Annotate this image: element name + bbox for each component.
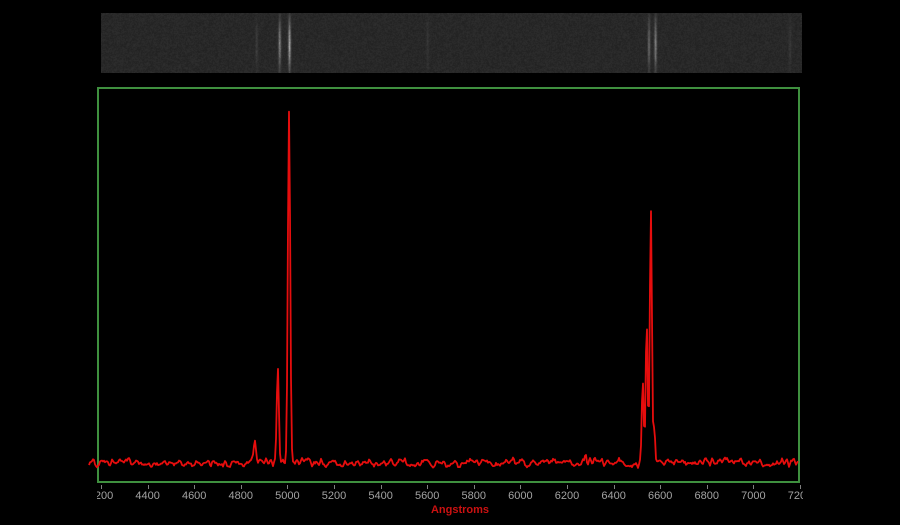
x-tick-mark xyxy=(520,485,521,489)
x-axis: 4200 4400 4600 4800 5000 5200 5400 5600 5800 6000… xyxy=(97,485,803,505)
x-tick-label: 7200 xyxy=(788,490,803,502)
x-tick-label: 7000 xyxy=(741,490,765,502)
x-tick-mark xyxy=(474,485,475,489)
x-tick-mark xyxy=(614,485,615,489)
spectrum-plot-frame xyxy=(97,87,800,483)
x-tick-label: 5800 xyxy=(462,490,486,502)
x-tick-label: 5600 xyxy=(415,490,439,502)
x-tick-label: 6800 xyxy=(695,490,719,502)
x-tick-mark xyxy=(194,485,195,489)
x-tick-label: 6600 xyxy=(648,490,672,502)
x-tick-label: 5200 xyxy=(322,490,346,502)
x-tick-label: 4200 xyxy=(97,490,113,502)
x-tick-mark xyxy=(753,485,754,489)
x-axis-title: Angstroms xyxy=(431,504,489,516)
x-tick-label: 5400 xyxy=(368,490,392,502)
x-tick-mark xyxy=(381,485,382,489)
x-tick-mark xyxy=(334,485,335,489)
x-tick-mark xyxy=(287,485,288,489)
x-tick-mark xyxy=(800,485,801,489)
x-tick-label: 6200 xyxy=(555,490,579,502)
spectrum-2d-strip-image xyxy=(101,13,802,73)
x-tick-mark xyxy=(241,485,242,489)
x-tick-mark xyxy=(101,485,102,489)
x-tick-label: 5000 xyxy=(275,490,299,502)
x-tick-label: 4400 xyxy=(135,490,159,502)
spectrum-2d-strip xyxy=(101,13,802,73)
x-tick-label: 4600 xyxy=(182,490,206,502)
x-tick-mark xyxy=(567,485,568,489)
x-tick-mark xyxy=(707,485,708,489)
x-tick-label: 6000 xyxy=(508,490,532,502)
x-tick-label: 6400 xyxy=(601,490,625,502)
x-tick-mark xyxy=(660,485,661,489)
x-tick-label: 4800 xyxy=(229,490,253,502)
x-tick-mark xyxy=(148,485,149,489)
x-tick-mark xyxy=(427,485,428,489)
